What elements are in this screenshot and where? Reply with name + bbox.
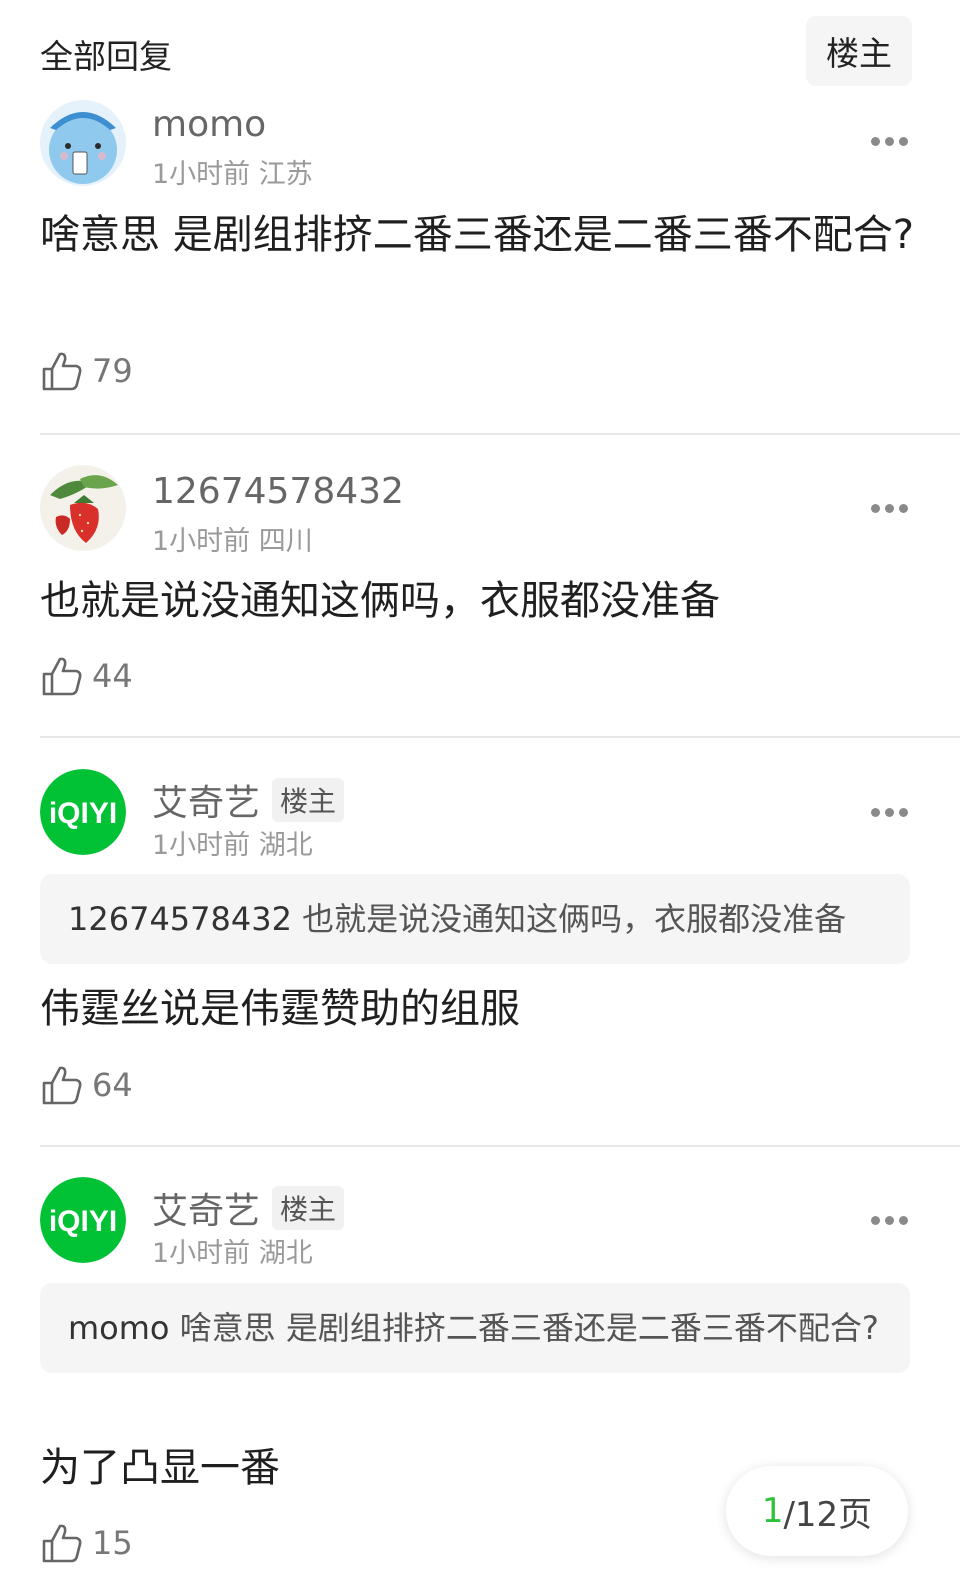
quoted-username: momo	[68, 1309, 170, 1347]
more-options-icon[interactable]	[866, 131, 912, 151]
user-avatar[interactable]	[40, 465, 126, 551]
more-options-icon[interactable]	[866, 498, 912, 518]
comment-text: 伟霆丝说是伟霆赞助的组服	[40, 986, 520, 1032]
username[interactable]: 艾奇艺 楼主	[152, 774, 345, 826]
username[interactable]: momo	[152, 104, 266, 145]
like-count: 79	[92, 352, 133, 390]
quoted-text: 也就是说没通知这俩吗，衣服都没准备	[302, 900, 847, 938]
divider	[40, 736, 960, 738]
strawberry-avatar-icon	[40, 465, 126, 551]
user-avatar[interactable]: iQIYI	[40, 769, 126, 855]
comment-location: 四川	[258, 526, 313, 557]
like-button[interactable]: 64	[40, 1063, 133, 1107]
thumbs-up-icon	[42, 1524, 82, 1563]
comment-time: 1小时前	[152, 159, 251, 190]
iqiyi-logo-avatar: iQIYI	[40, 769, 126, 855]
like-count: 15	[92, 1524, 133, 1562]
like-button[interactable]: 44	[40, 654, 133, 698]
op-badge: 楼主	[272, 1186, 345, 1230]
total-pages: /12页	[783, 1494, 873, 1535]
username[interactable]: 艾奇艺 楼主	[152, 1182, 345, 1234]
cartoon-avatar-icon	[40, 100, 126, 186]
svg-text:iQIYI: iQIYI	[49, 1205, 117, 1238]
op-only-filter-button[interactable]: 楼主	[806, 16, 912, 86]
comment-time: 1小时前	[152, 1238, 251, 1269]
like-count: 64	[92, 1066, 133, 1104]
comment-text: 啥意思 是剧组排挤二番三番还是二番三番不配合?	[40, 212, 914, 258]
more-options-icon[interactable]	[866, 1210, 912, 1230]
comment-location: 江苏	[258, 159, 313, 190]
comment-location: 湖北	[258, 830, 313, 861]
divider	[40, 433, 960, 435]
op-badge: 楼主	[272, 778, 345, 822]
divider	[40, 1145, 960, 1147]
page-indicator[interactable]: 1/12页	[726, 1466, 908, 1556]
comment-text: 也就是说没通知这俩吗，衣服都没准备	[40, 578, 720, 624]
quoted-text: 啥意思 是剧组排挤二番三番还是二番三番不配合?	[179, 1309, 879, 1347]
thumbs-up-icon	[42, 1066, 82, 1105]
like-button[interactable]: 79	[40, 349, 133, 393]
comment-location: 湖北	[258, 1238, 313, 1269]
comment-meta: 1小时前 江苏	[152, 152, 313, 191]
quoted-username: 12674578432	[68, 900, 292, 938]
comment-time: 1小时前	[152, 526, 251, 557]
replies-header: 全部回复 楼主	[0, 0, 960, 100]
username-text: 艾奇艺	[152, 1191, 261, 1232]
username-text: 艾奇艺	[152, 783, 261, 824]
page-title: 全部回复	[40, 37, 172, 76]
more-options-icon[interactable]	[866, 802, 912, 822]
username[interactable]: 12674578432	[152, 471, 404, 512]
quoted-reply[interactable]: 12674578432 也就是说没通知这俩吗，衣服都没准备	[40, 874, 910, 964]
thumbs-up-icon	[42, 352, 82, 391]
quoted-reply[interactable]: momo 啥意思 是剧组排挤二番三番还是二番三番不配合?	[40, 1283, 910, 1373]
user-avatar[interactable]	[40, 100, 126, 186]
comment-meta: 1小时前 湖北	[152, 1231, 313, 1270]
comment-time: 1小时前	[152, 830, 251, 861]
username-text: 12674578432	[152, 471, 404, 512]
thumbs-up-icon	[42, 657, 82, 696]
svg-text:iQIYI: iQIYI	[49, 797, 117, 830]
username-text: momo	[152, 104, 267, 145]
user-avatar[interactable]: iQIYI	[40, 1177, 126, 1263]
comment-meta: 1小时前 湖北	[152, 823, 313, 862]
current-page: 1	[761, 1491, 784, 1531]
like-button[interactable]: 15	[40, 1521, 133, 1565]
comment-meta: 1小时前 四川	[152, 519, 313, 558]
like-count: 44	[92, 657, 133, 695]
iqiyi-logo-avatar: iQIYI	[40, 1177, 126, 1263]
